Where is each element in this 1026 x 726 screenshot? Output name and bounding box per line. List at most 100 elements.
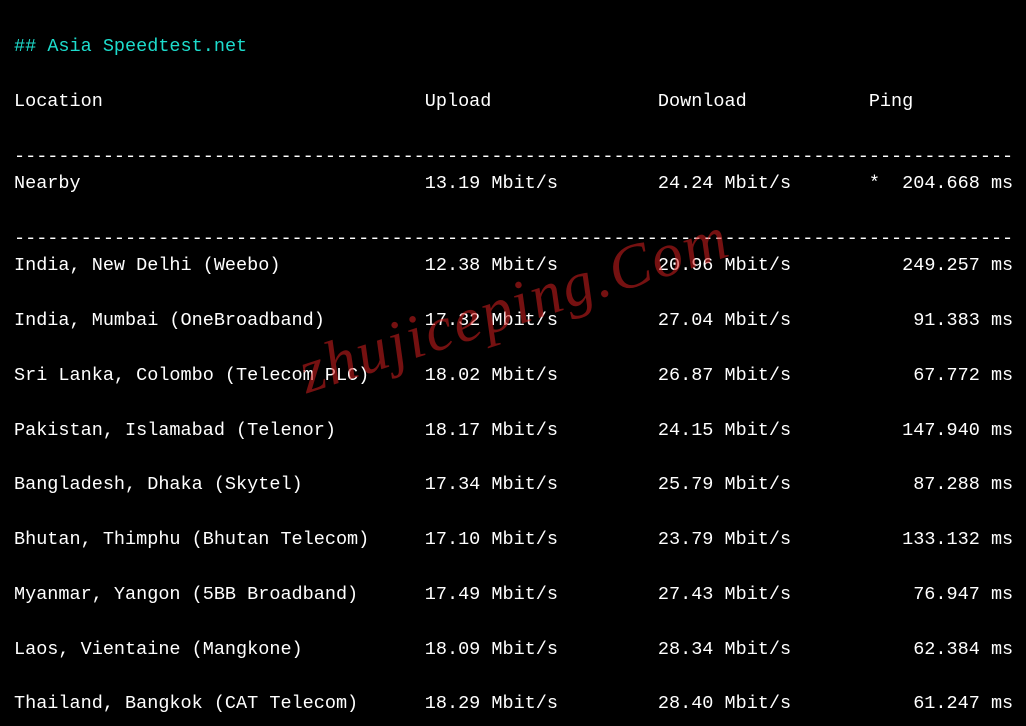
speed-unit: Mbit/s: [725, 310, 792, 331]
ping-unit: ms: [991, 693, 1013, 714]
divider: ----------------------------------------…: [14, 228, 1013, 249]
row-ping: 61.247 ms: [869, 690, 1013, 717]
row-download: 28.34 Mbit/s: [658, 636, 869, 663]
speed-unit: Mbit/s: [491, 529, 558, 550]
header-download: Download: [658, 88, 869, 115]
row-location: India, Mumbai (OneBroadband): [14, 307, 425, 334]
row-download-value: 26.87: [658, 362, 714, 389]
row-ping-value: 76.947: [880, 581, 980, 608]
row-ping: 91.383 ms: [869, 307, 1013, 334]
terminal-output: ## Asia Speedtest.net LocationUploadDown…: [0, 0, 1026, 726]
table-row: Bangladesh, Dhaka (Skytel)17.34 Mbit/s25…: [14, 471, 1012, 498]
row-download: 23.79 Mbit/s: [658, 526, 869, 553]
row-download: 27.04 Mbit/s: [658, 307, 869, 334]
row-upload: 17.49 Mbit/s: [425, 581, 658, 608]
row-download: 26.87 Mbit/s: [658, 362, 869, 389]
table-row: Pakistan, Islamabad (Telenor)18.17 Mbit/…: [14, 417, 1012, 444]
row-location: Bhutan, Thimphu (Bhutan Telecom): [14, 526, 425, 553]
row-upload-value: 17.10: [425, 526, 481, 553]
row-download: 24.15 Mbit/s: [658, 417, 869, 444]
row-ping-value: 249.257: [880, 252, 980, 279]
row-upload-value: 18.29: [425, 690, 481, 717]
row-upload-value: 17.49: [425, 581, 481, 608]
row-upload: 18.29 Mbit/s: [425, 690, 658, 717]
speed-unit: Mbit/s: [725, 255, 792, 276]
speed-unit: Mbit/s: [491, 255, 558, 276]
row-upload-value: 18.09: [425, 636, 481, 663]
ping-unit: ms: [991, 365, 1013, 386]
table-row: India, Mumbai (OneBroadband)17.32 Mbit/s…: [14, 307, 1012, 334]
table-row: Thailand, Bangkok (CAT Telecom)18.29 Mbi…: [14, 690, 1012, 717]
nearby-ping: *204.668 ms: [869, 170, 1013, 197]
header-row: LocationUploadDownloadPing: [14, 88, 1012, 115]
ping-unit: ms: [991, 529, 1013, 550]
nearby-upload: 13.19 Mbit/s: [425, 170, 658, 197]
row-location: India, New Delhi (Weebo): [14, 252, 425, 279]
speed-unit: Mbit/s: [491, 173, 558, 194]
row-ping: 147.940 ms: [869, 417, 1013, 444]
row-download-value: 28.34: [658, 636, 714, 663]
speed-unit: Mbit/s: [491, 639, 558, 660]
row-location: Bangladesh, Dhaka (Skytel): [14, 471, 425, 498]
ping-unit: ms: [991, 310, 1013, 331]
row-download-value: 28.40: [658, 690, 714, 717]
row-ping-value: 147.940: [880, 417, 980, 444]
speed-unit: Mbit/s: [725, 173, 792, 194]
nearby-download: 24.24 Mbit/s: [658, 170, 869, 197]
row-ping: 87.288 ms: [869, 471, 1013, 498]
row-upload: 18.17 Mbit/s: [425, 417, 658, 444]
row-ping-value: 61.247: [880, 690, 980, 717]
speed-unit: Mbit/s: [725, 365, 792, 386]
table-row: India, New Delhi (Weebo)12.38 Mbit/s20.9…: [14, 252, 1012, 279]
nearby-ping-value: 204.668: [880, 170, 980, 197]
row-ping: 133.132 ms: [869, 526, 1013, 553]
ping-unit: ms: [991, 420, 1013, 441]
row-upload-value: 17.34: [425, 471, 481, 498]
row-ping: 76.947 ms: [869, 581, 1013, 608]
row-ping-value: 62.384: [880, 636, 980, 663]
row-download: 25.79 Mbit/s: [658, 471, 869, 498]
speed-unit: Mbit/s: [491, 584, 558, 605]
row-ping-value: 91.383: [880, 307, 980, 334]
row-ping: 67.772 ms: [869, 362, 1013, 389]
ping-unit: ms: [991, 255, 1013, 276]
row-download-value: 27.04: [658, 307, 714, 334]
speed-unit: Mbit/s: [491, 365, 558, 386]
nearby-label: Nearby: [14, 170, 425, 197]
row-download-value: 20.96: [658, 252, 714, 279]
divider: ----------------------------------------…: [14, 146, 1013, 167]
row-upload: 17.34 Mbit/s: [425, 471, 658, 498]
speed-unit: Mbit/s: [725, 420, 792, 441]
rows-container: India, New Delhi (Weebo)12.38 Mbit/s20.9…: [14, 252, 1012, 726]
speed-unit: Mbit/s: [725, 693, 792, 714]
row-upload: 17.10 Mbit/s: [425, 526, 658, 553]
row-upload-value: 12.38: [425, 252, 481, 279]
row-download: 28.40 Mbit/s: [658, 690, 869, 717]
table-row: Myanmar, Yangon (5BB Broadband)17.49 Mbi…: [14, 581, 1012, 608]
ping-unit: ms: [991, 173, 1013, 194]
speed-unit: Mbit/s: [491, 420, 558, 441]
row-ping-value: 67.772: [880, 362, 980, 389]
row-location: Sri Lanka, Colombo (Telecom PLC): [14, 362, 425, 389]
row-upload-value: 18.17: [425, 417, 481, 444]
speed-unit: Mbit/s: [725, 474, 792, 495]
row-upload-value: 17.32: [425, 307, 481, 334]
row-ping-value: 87.288: [880, 471, 980, 498]
ping-unit: ms: [991, 474, 1013, 495]
row-download-value: 24.15: [658, 417, 714, 444]
row-download-value: 27.43: [658, 581, 714, 608]
row-upload-value: 18.02: [425, 362, 481, 389]
speed-unit: Mbit/s: [491, 310, 558, 331]
row-download: 20.96 Mbit/s: [658, 252, 869, 279]
ping-unit: ms: [991, 639, 1013, 660]
row-download-value: 25.79: [658, 471, 714, 498]
row-upload: 18.02 Mbit/s: [425, 362, 658, 389]
row-download: 27.43 Mbit/s: [658, 581, 869, 608]
header-upload: Upload: [425, 88, 658, 115]
nearby-download-value: 24.24: [658, 170, 714, 197]
nearby-row: Nearby13.19 Mbit/s24.24 Mbit/s*204.668 m…: [14, 170, 1012, 197]
speed-unit: Mbit/s: [491, 474, 558, 495]
speed-unit: Mbit/s: [725, 529, 792, 550]
title-prefix: ##: [14, 36, 47, 57]
section-title: ## Asia Speedtest.net: [14, 36, 247, 57]
